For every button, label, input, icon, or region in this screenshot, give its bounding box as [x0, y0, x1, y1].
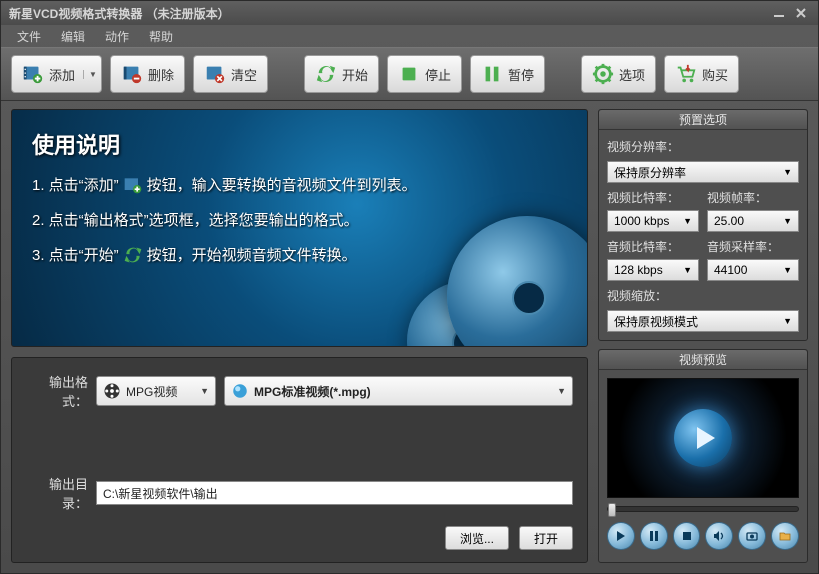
prev-pause-button[interactable]	[640, 522, 668, 550]
browse-button[interactable]: 浏览...	[445, 526, 509, 550]
chevron-down-icon: ▼	[783, 167, 792, 177]
chevron-down-icon: ▼	[683, 265, 692, 275]
options-button[interactable]: 选项	[581, 55, 656, 93]
audio-bitrate-combo[interactable]: 128 kbps▼	[607, 259, 699, 281]
resolution-combo[interactable]: 保持原分辨率▼	[607, 161, 799, 183]
video-bitrate-combo[interactable]: 1000 kbps▼	[607, 210, 699, 232]
seek-slider[interactable]	[607, 506, 799, 512]
snapshot-button[interactable]	[738, 522, 766, 550]
menu-help[interactable]: 帮助	[139, 26, 183, 47]
app-title: 新星VCD视频格式转换器 （未注册版本）	[9, 5, 230, 22]
buy-label: 购买	[702, 65, 728, 84]
add-label: 添加	[49, 65, 75, 84]
output-format-row: 输出格式： MPG视频 ▼ MPG标准视频(*.mpg) ▼	[26, 372, 573, 410]
folder-button[interactable]	[771, 522, 799, 550]
add-icon	[123, 175, 143, 195]
menubar: 文件 编辑 动作 帮助	[1, 25, 818, 47]
play-big-icon	[674, 409, 732, 467]
pause-label: 暂停	[508, 65, 534, 84]
open-button[interactable]: 打开	[519, 526, 573, 550]
delete-icon	[121, 63, 143, 85]
prev-stop-button[interactable]	[673, 522, 701, 550]
cart-icon	[675, 63, 697, 85]
chevron-down-icon: ▼	[783, 316, 792, 326]
chevron-down-icon: ▼	[557, 386, 566, 396]
chevron-down-icon: ▼	[783, 216, 792, 226]
output-panel: 输出格式： MPG视频 ▼ MPG标准视频(*.mpg) ▼ 输出目录：	[11, 357, 588, 563]
output-dir-row: 输出目录：	[26, 474, 573, 512]
output-profile-value: MPG标准视频(*.mpg)	[254, 383, 371, 400]
stop-icon	[398, 63, 420, 85]
preview-screen	[607, 378, 799, 498]
output-dir-label: 输出目录：	[26, 474, 88, 512]
chevron-down-icon: ▼	[683, 216, 692, 226]
close-button[interactable]	[792, 6, 810, 20]
instructions-banner: 使用说明 1. 点击“添加” 按钮，输入要转换的音视频文件到列表。 2. 点击“…	[11, 109, 588, 347]
res-label: 视频分辨率：	[607, 138, 799, 155]
sphere-icon	[231, 382, 249, 400]
delete-label: 删除	[148, 65, 174, 84]
instruction-step-1: 1. 点击“添加” 按钮，输入要转换的音视频文件到列表。	[32, 174, 567, 195]
play-button[interactable]	[607, 522, 635, 550]
menu-edit[interactable]: 编辑	[51, 26, 95, 47]
audio-sample-combo[interactable]: 44100▼	[707, 259, 799, 281]
presets-panel: 预置选项 视频分辨率： 保持原分辨率▼ 视频比特率： 1000 kbps▼ 视频…	[598, 109, 808, 341]
fps-combo[interactable]: 25.00▼	[707, 210, 799, 232]
start-button[interactable]: 开始	[304, 55, 379, 93]
volume-button[interactable]	[705, 522, 733, 550]
output-format-value: MPG视频	[126, 383, 177, 400]
add-dropdown-icon[interactable]: ▼	[83, 70, 97, 79]
refresh-icon	[123, 245, 143, 265]
output-format-combo[interactable]: MPG视频 ▼	[96, 376, 216, 406]
delete-button[interactable]: 删除	[110, 55, 185, 93]
content: 使用说明 1. 点击“添加” 按钮，输入要转换的音视频文件到列表。 2. 点击“…	[1, 101, 818, 573]
preview-controls	[607, 522, 799, 550]
pause-button[interactable]: 暂停	[470, 55, 545, 93]
vbitrate-label: 视频比特率：	[607, 189, 699, 206]
disc-decor-icon	[447, 216, 588, 347]
toolbar: 添加 ▼ 删除 清空 开始 停止 暂停 选项	[1, 47, 818, 101]
pause-icon	[481, 63, 503, 85]
output-profile-combo[interactable]: MPG标准视频(*.mpg) ▼	[224, 376, 573, 406]
output-dir-input[interactable]	[96, 481, 573, 505]
scale-combo[interactable]: 保持原视频模式▼	[607, 310, 799, 332]
abitrate-label: 音频比特率：	[607, 238, 699, 255]
clear-button[interactable]: 清空	[193, 55, 268, 93]
right-column: 预置选项 视频分辨率： 保持原分辨率▼ 视频比特率： 1000 kbps▼ 视频…	[598, 109, 808, 563]
clear-icon	[204, 63, 226, 85]
film-icon	[103, 382, 121, 400]
minimize-button[interactable]	[770, 6, 788, 20]
start-label: 开始	[342, 65, 368, 84]
scale-label: 视频缩放：	[607, 287, 799, 304]
chevron-down-icon: ▼	[783, 265, 792, 275]
preview-panel: 视频预览	[598, 349, 808, 563]
banner-heading: 使用说明	[32, 128, 567, 160]
slider-thumb[interactable]	[608, 503, 616, 517]
stop-label: 停止	[425, 65, 451, 84]
presets-header: 预置选项	[599, 110, 807, 130]
asample-label: 音频采样率：	[707, 238, 799, 255]
menu-action[interactable]: 动作	[95, 26, 139, 47]
add-button[interactable]: 添加 ▼	[11, 55, 102, 93]
start-icon	[315, 63, 337, 85]
titlebar[interactable]: 新星VCD视频格式转换器 （未注册版本）	[1, 1, 818, 25]
preview-header: 视频预览	[599, 350, 807, 370]
chevron-down-icon: ▼	[200, 386, 209, 396]
left-column: 使用说明 1. 点击“添加” 按钮，输入要转换的音视频文件到列表。 2. 点击“…	[11, 109, 588, 563]
fps-label: 视频帧率：	[707, 189, 799, 206]
clear-label: 清空	[231, 65, 257, 84]
options-label: 选项	[619, 65, 645, 84]
add-icon	[22, 63, 44, 85]
buy-button[interactable]: 购买	[664, 55, 739, 93]
app-window: 新星VCD视频格式转换器 （未注册版本） 文件 编辑 动作 帮助 添加 ▼ 删除…	[0, 0, 819, 574]
stop-button[interactable]: 停止	[387, 55, 462, 93]
output-format-label: 输出格式：	[26, 372, 88, 410]
gear-icon	[592, 63, 614, 85]
menu-file[interactable]: 文件	[7, 26, 51, 47]
